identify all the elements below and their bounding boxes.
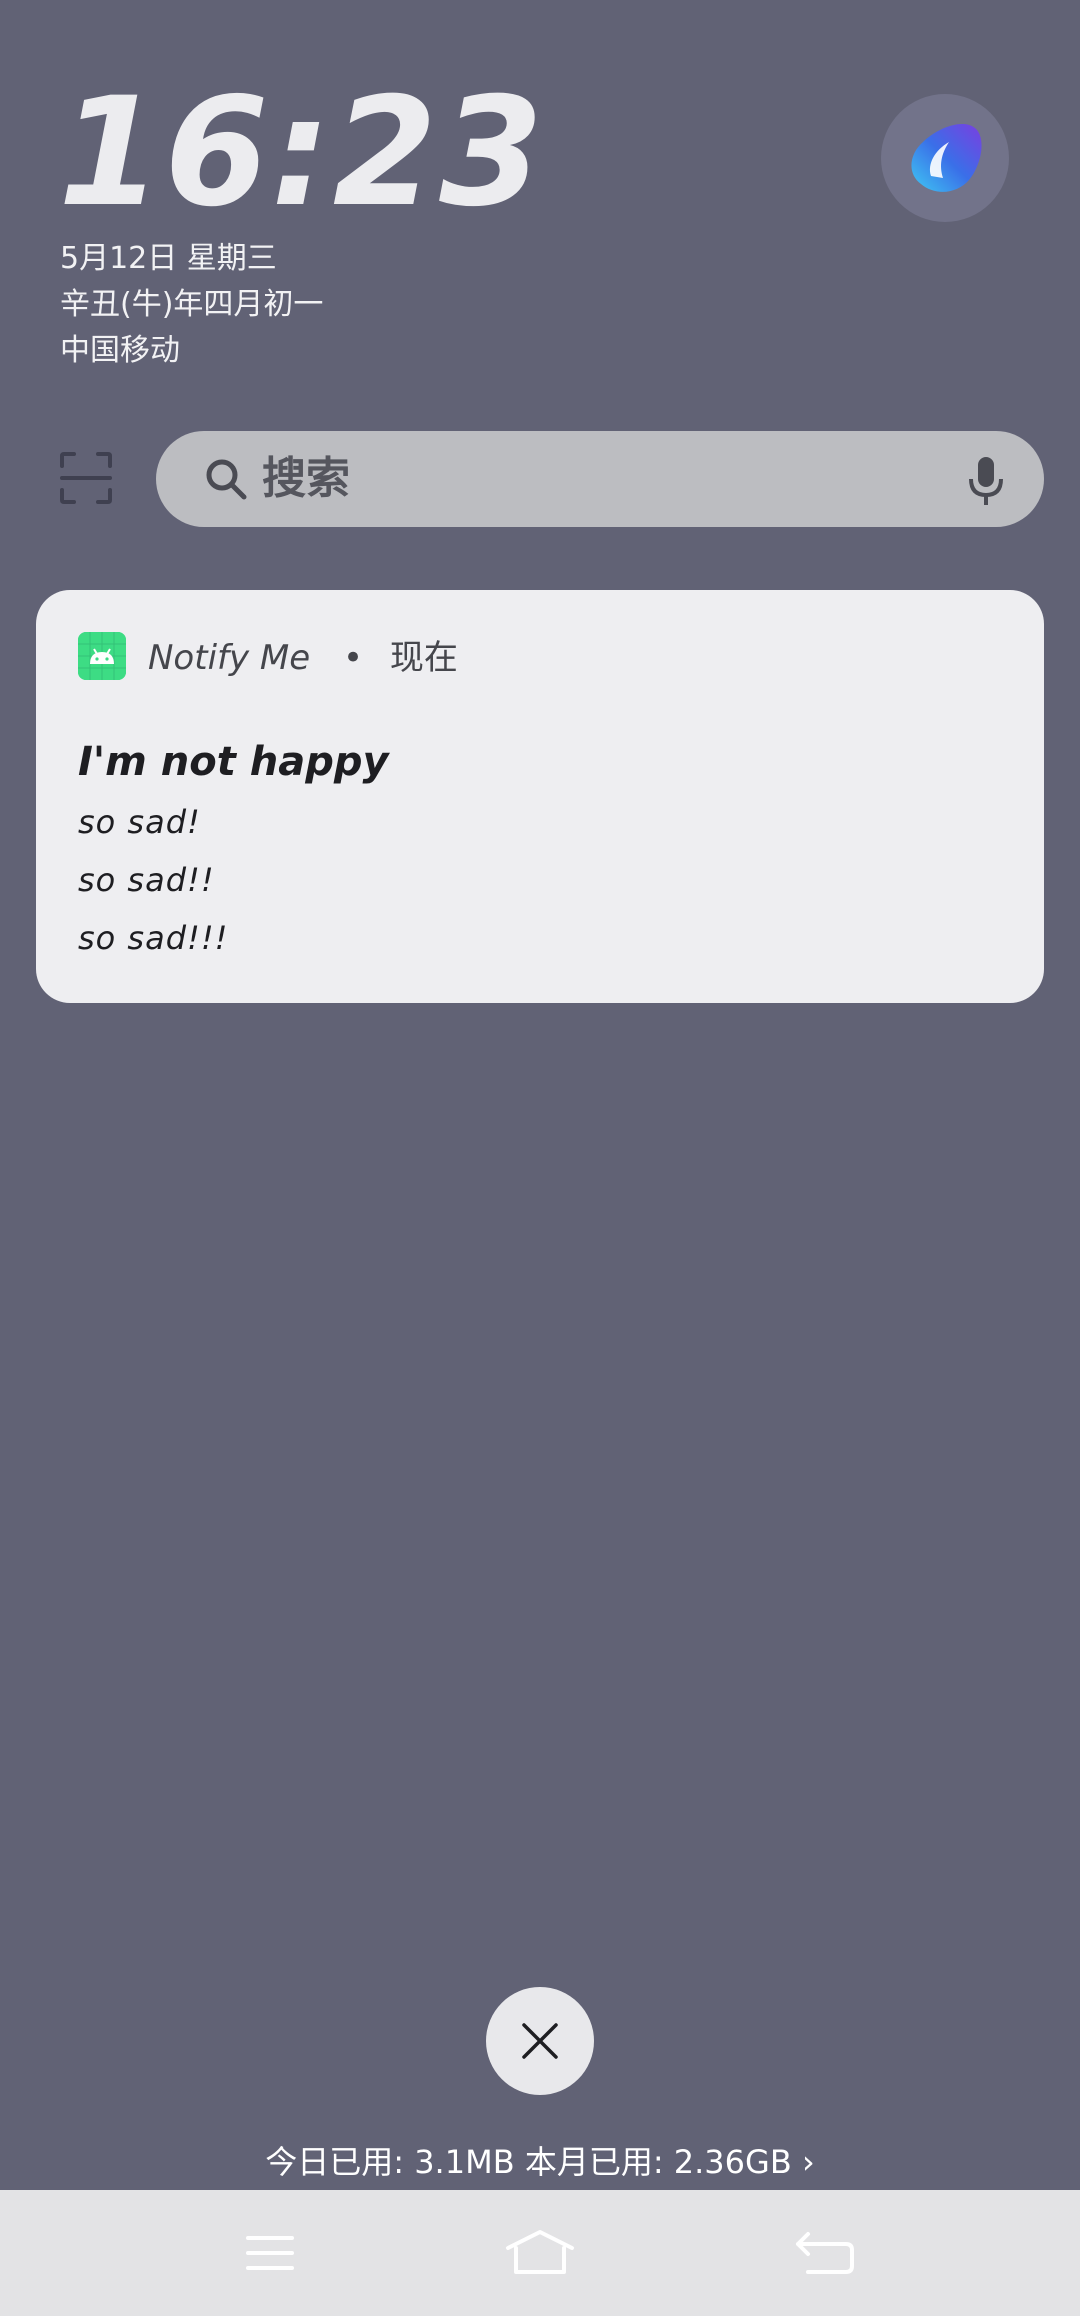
back-icon[interactable] bbox=[790, 2226, 862, 2280]
assistant-blob-icon bbox=[911, 123, 982, 192]
scan-icon[interactable] bbox=[58, 450, 114, 506]
data-usage-link[interactable]: 今日已用: 3.1MB 本月已用: 2.36GB › bbox=[0, 2138, 1080, 2186]
app-name: Notify Me bbox=[148, 638, 311, 678]
notification-line: so sad! bbox=[78, 803, 201, 841]
navigation-bar bbox=[0, 2190, 1080, 2316]
lockscreen-clock: 16:23 bbox=[58, 66, 546, 240]
notification-time: 现在 bbox=[389, 638, 458, 678]
clear-notifications-button[interactable] bbox=[486, 1987, 594, 2095]
search-placeholder: 搜索 bbox=[262, 453, 350, 504]
date-info: 5月12日 星期三 辛丑(牛)年四月初一 中国移动 bbox=[60, 236, 323, 374]
lunar-date-text: 辛丑(牛)年四月初一 bbox=[60, 287, 324, 322]
assistant-avatar[interactable] bbox=[881, 94, 1009, 222]
notification-card[interactable]: Notify Me • 现在 I'm not happy so sad! so … bbox=[36, 590, 1044, 1003]
search-bar[interactable]: 搜索 bbox=[156, 431, 1044, 527]
date-text: 5月12日 星期三 bbox=[60, 241, 277, 276]
home-icon[interactable] bbox=[504, 2226, 576, 2280]
notification-line: so sad!!! bbox=[78, 919, 229, 957]
notification-line: so sad!! bbox=[78, 861, 215, 899]
header-separator: • bbox=[342, 638, 364, 678]
menu-icon[interactable] bbox=[234, 2226, 306, 2280]
android-icon bbox=[78, 632, 126, 680]
notification-title: I'm not happy bbox=[78, 739, 389, 785]
notification-header: Notify Me • 现在 bbox=[148, 634, 458, 682]
mic-icon[interactable] bbox=[966, 455, 1006, 507]
search-icon bbox=[206, 459, 247, 500]
carrier-text: 中国移动 bbox=[60, 333, 180, 368]
close-icon bbox=[522, 2023, 558, 2059]
